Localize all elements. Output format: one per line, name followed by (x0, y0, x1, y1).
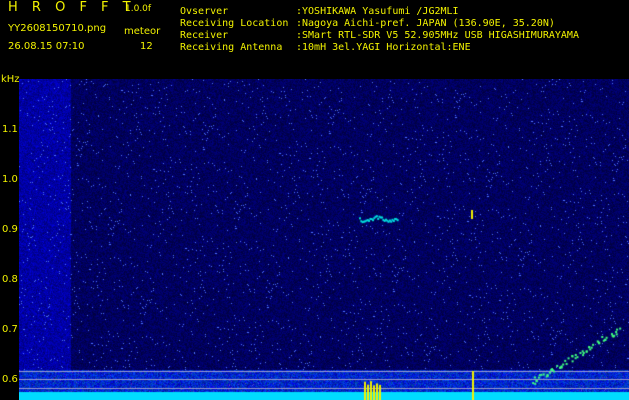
app-version: 1.0.0f (125, 4, 152, 14)
field-antenna-value: :10mH 3el.YAGI Horizontal:ENE (296, 42, 471, 53)
field-receiver-value: :SMart RTL-SDR V5 52.905MHz USB HIGASHIM… (296, 30, 579, 41)
event-count: 12 (140, 41, 153, 52)
timestamp: 26.08.15 07:10 (8, 41, 85, 52)
y-tick: 1.0 (2, 174, 18, 185)
field-location-label: Receiving Location (180, 18, 289, 29)
field-location-value: :Nagoya Aichi-pref. JAPAN (136.90E, 35.2… (296, 18, 555, 29)
image-filename: YY2608150710.png (8, 23, 107, 34)
y-tick: 0.7 (2, 324, 18, 335)
y-tick: 0.9 (2, 224, 18, 235)
event-label: meteor (124, 26, 161, 37)
spectrogram-canvas (19, 79, 629, 400)
y-tick: 0.6 (2, 374, 18, 385)
y-tick: 0.8 (2, 274, 18, 285)
y-axis-unit: kHz (1, 74, 20, 85)
field-receiver-label: Receiver (180, 30, 229, 41)
hroft-display: H R O F F T 1.0.0f YY2608150710.png 26.0… (0, 0, 629, 400)
field-observer-value: :YOSHIKAWA Yasufumi /JG2MLI (296, 6, 459, 17)
field-observer-label: Ovserver (180, 6, 229, 17)
spectrogram (19, 79, 629, 400)
field-antenna-label: Receiving Antenna (180, 42, 283, 53)
y-tick: 1.1 (2, 124, 18, 135)
app-name: H R O F F T (8, 0, 136, 15)
